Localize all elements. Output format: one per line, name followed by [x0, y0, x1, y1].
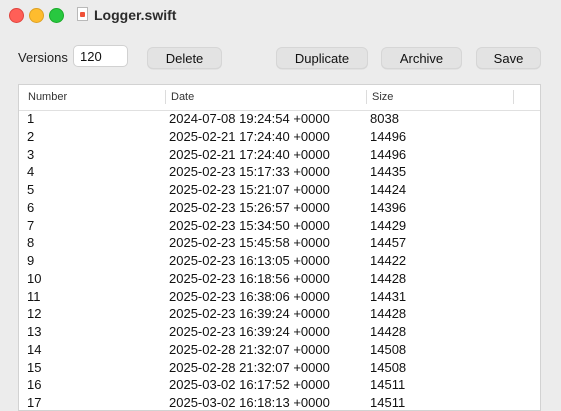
row-number-cell: 10: [27, 270, 42, 286]
row-date-cell: 2025-02-23 15:34:50 +0000: [169, 217, 330, 233]
row-date-cell: 2025-02-23 16:38:06 +0000: [169, 288, 330, 304]
row-size-cell: 14511: [370, 395, 406, 410]
title-bar: Logger.swift: [0, 0, 561, 30]
row-date-cell: 2025-02-23 15:17:33 +0000: [169, 164, 330, 180]
row-size-cell: 14508: [370, 341, 407, 357]
row-number-cell: 3: [27, 146, 35, 162]
table-row[interactable]: 9 2025-02-23 16:13:05 +0000 14422: [19, 252, 540, 270]
column-divider[interactable]: [366, 90, 367, 104]
duplicate-button[interactable]: Duplicate: [276, 47, 368, 69]
row-number-cell: 4: [27, 164, 35, 180]
column-header-date[interactable]: Date: [171, 91, 194, 103]
save-button[interactable]: Save: [476, 47, 541, 69]
table-row[interactable]: 8 2025-02-23 15:45:58 +0000 14457: [19, 234, 540, 252]
row-size-cell: 14424: [370, 182, 407, 197]
table-row[interactable]: 7 2025-02-23 15:34:50 +0000 14429: [19, 217, 540, 235]
table-row[interactable]: 4 2025-02-23 15:17:33 +0000 14435: [19, 163, 540, 181]
row-date-cell: 2025-02-23 16:13:05 +0000: [169, 253, 330, 268]
zoom-window-button[interactable]: [49, 8, 64, 23]
row-size-cell: 14435: [370, 164, 407, 180]
table-row[interactable]: 14 2025-02-28 21:32:07 +0000 14508: [19, 341, 540, 359]
row-size-cell: 14508: [370, 359, 407, 375]
row-size-cell: 14431: [370, 288, 407, 304]
row-date-cell: 2025-02-23 16:18:56 +0000: [169, 270, 330, 286]
row-date-cell: 2025-02-28 21:32:07 +0000: [169, 359, 330, 375]
versions-input[interactable]: [73, 45, 128, 67]
row-date-cell: 2025-03-02 16:18:13 +0000: [169, 395, 330, 410]
table-row[interactable]: 3 2025-02-21 17:24:40 +0000 14496: [19, 146, 540, 164]
row-size-cell: 14422: [370, 253, 407, 268]
row-number-cell: 15: [27, 359, 42, 375]
table-body: 1 2024-07-08 19:24:54 +0000 8038 2 2025-02-2…: [19, 110, 540, 410]
row-size-cell: 14428: [370, 270, 407, 286]
row-date-cell: 2024-07-08 19:24:54 +0000: [169, 111, 330, 126]
table-row[interactable]: 11 2025-02-23 16:38:06 +0000 14431: [19, 288, 540, 306]
row-number-cell: 8: [27, 235, 35, 251]
row-number-cell: 11: [27, 288, 41, 304]
row-number-cell: 16: [27, 377, 42, 393]
row-size-cell: 14428: [370, 324, 407, 339]
table-row[interactable]: 13 2025-02-23 16:39:24 +0000 14428: [19, 323, 540, 341]
table-row[interactable]: 12 2025-02-23 16:39:24 +0000 14428: [19, 305, 540, 323]
minimize-window-button[interactable]: [29, 8, 44, 23]
swift-file-icon: [77, 7, 88, 21]
window-title: Logger.swift: [94, 7, 177, 23]
row-date-cell: 2025-02-23 16:39:24 +0000: [169, 324, 330, 339]
row-date-cell: 2025-02-23 16:39:24 +0000: [169, 306, 330, 322]
table-row[interactable]: 1 2024-07-08 19:24:54 +0000 8038: [19, 110, 540, 128]
row-number-cell: 2: [27, 128, 35, 144]
row-size-cell: 14429: [370, 217, 407, 233]
table-row[interactable]: 5 2025-02-23 15:21:07 +0000 14424: [19, 181, 540, 199]
table-row[interactable]: 15 2025-02-28 21:32:07 +0000 14508: [19, 359, 540, 377]
row-size-cell: 8038: [370, 111, 399, 126]
versions-table[interactable]: Number Date Size 1 2024-07-08 19:24:54 +0…: [18, 84, 541, 411]
table-row[interactable]: 6 2025-02-23 15:26:57 +0000 14396: [19, 199, 540, 217]
row-date-cell: 2025-02-23 15:45:58 +0000: [169, 235, 330, 251]
column-divider[interactable]: [165, 90, 166, 104]
table-row[interactable]: 17 2025-03-02 16:18:13 +0000 14511: [19, 394, 540, 410]
row-number-cell: 9: [27, 253, 35, 268]
row-size-cell: 14496: [370, 128, 407, 144]
close-window-button[interactable]: [9, 8, 24, 23]
row-number-cell: 6: [27, 199, 35, 215]
table-row[interactable]: 16 2025-03-02 16:17:52 +0000 14511: [19, 376, 540, 394]
row-date-cell: 2025-02-28 21:32:07 +0000: [169, 341, 330, 357]
row-number-cell: 5: [27, 182, 35, 197]
table-row[interactable]: 10 2025-02-23 16:18:56 +0000 14428: [19, 270, 540, 288]
row-size-cell: 14511: [370, 377, 406, 393]
table-row[interactable]: 2 2025-02-21 17:24:40 +0000 14496: [19, 128, 540, 146]
row-date-cell: 2025-03-02 16:17:52 +0000: [169, 377, 330, 393]
row-date-cell: 2025-02-21 17:24:40 +0000: [169, 128, 330, 144]
app-window: Logger.swift Versions Delete Duplicate A…: [0, 0, 561, 411]
row-date-cell: 2025-02-21 17:24:40 +0000: [169, 146, 330, 162]
row-number-cell: 17: [27, 395, 42, 410]
row-date-cell: 2025-02-23 15:21:07 +0000: [169, 182, 330, 197]
table-header: Number Date Size: [19, 85, 540, 111]
column-header-size[interactable]: Size: [372, 91, 393, 103]
delete-button[interactable]: Delete: [147, 47, 222, 69]
row-size-cell: 14457: [370, 235, 407, 251]
row-size-cell: 14396: [370, 199, 407, 215]
versions-label: Versions: [18, 50, 68, 65]
row-number-cell: 14: [27, 341, 42, 357]
row-number-cell: 13: [27, 324, 42, 339]
column-header-number[interactable]: Number: [28, 91, 67, 103]
row-number-cell: 7: [27, 217, 35, 233]
row-number-cell: 1: [27, 111, 35, 126]
row-size-cell: 14428: [370, 306, 407, 322]
row-date-cell: 2025-02-23 15:26:57 +0000: [169, 199, 330, 215]
row-size-cell: 14496: [370, 146, 407, 162]
row-number-cell: 12: [27, 306, 42, 322]
column-divider[interactable]: [513, 90, 514, 104]
archive-button[interactable]: Archive: [381, 47, 462, 69]
